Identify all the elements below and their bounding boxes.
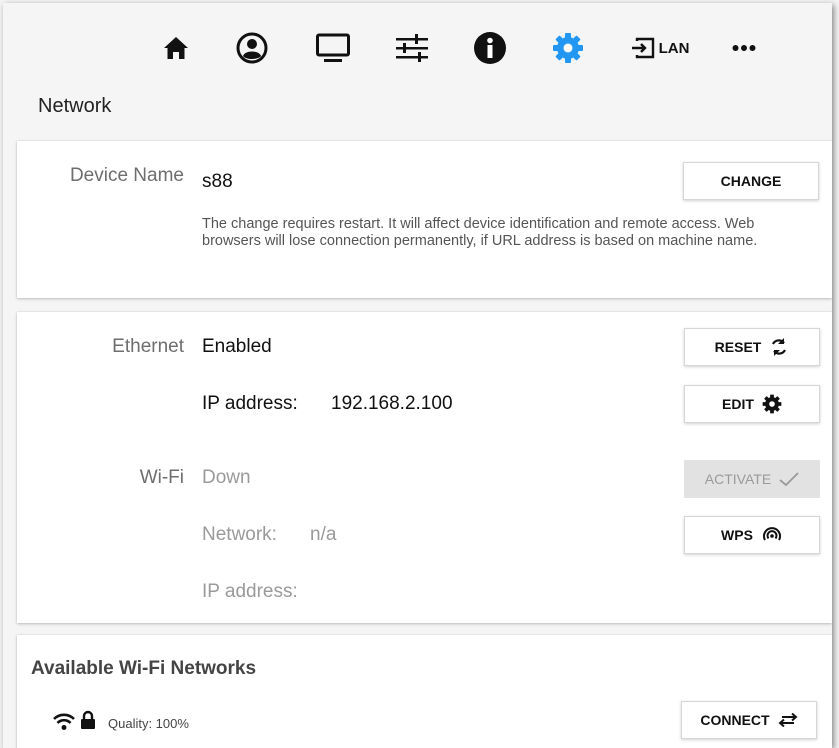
change-button[interactable]: CHANGE [683, 162, 819, 200]
top-toolbar: LAN [3, 3, 832, 93]
lock-icon [81, 710, 95, 729]
wifi-network-label: Network: [202, 524, 277, 545]
edit-button-label: EDIT [722, 396, 754, 412]
home-icon[interactable] [159, 31, 193, 65]
device-name-note: The change requires restart. It will aff… [202, 216, 758, 249]
page-title: Network [38, 95, 112, 117]
info-icon[interactable] [472, 31, 508, 65]
ethernet-label: Ethernet [112, 336, 184, 357]
available-networks-title: Available Wi-Fi Networks [31, 658, 257, 679]
available-networks-card: Available Wi-Fi Networks Quality: 100% C… [17, 635, 832, 748]
reset-button[interactable]: RESET [684, 328, 820, 366]
check-icon [779, 472, 799, 487]
lan-input-button[interactable]: LAN [625, 31, 695, 65]
edit-button[interactable]: EDIT [684, 385, 820, 423]
more-icon[interactable] [729, 31, 759, 65]
change-button-label: CHANGE [720, 173, 782, 189]
network-quality: Quality: 100% [108, 716, 189, 731]
wifi-label: Wi-Fi [139, 467, 184, 488]
input-icon [631, 37, 654, 59]
interfaces-card: Ethernet Enabled RESET IP address: 192.1… [17, 312, 832, 623]
wps-icon [762, 527, 781, 541]
activate-button-label: ACTIVATE [704, 471, 772, 487]
wifi-network-value: n/a [310, 524, 337, 545]
wifi-icon [53, 713, 75, 730]
ethernet-status: Enabled [202, 336, 272, 357]
activate-button[interactable]: ACTIVATE [684, 460, 820, 498]
ethernet-ip-label: IP address: [202, 393, 298, 414]
wifi-ip-label: IP address: [202, 581, 298, 602]
app-window: LAN Network Device Name s88 CHANGE The c… [3, 3, 832, 748]
wifi-status: Down [202, 467, 251, 488]
lan-label: LAN [658, 39, 690, 57]
reset-button-label: RESET [714, 339, 762, 355]
ethernet-ip-value: 192.168.2.100 [331, 393, 453, 414]
swap-icon [778, 713, 798, 727]
gear-icon[interactable] [550, 31, 586, 65]
monitor-icon[interactable] [313, 31, 353, 65]
wps-button[interactable]: WPS [684, 516, 820, 554]
user-icon[interactable] [234, 31, 270, 65]
refresh-icon [772, 338, 787, 356]
device-name-value: s88 [202, 171, 233, 192]
device-name-card: Device Name s88 CHANGE The change requir… [17, 141, 832, 298]
wps-button-label: WPS [721, 527, 753, 543]
sliders-icon[interactable] [392, 31, 432, 65]
gear-icon [762, 394, 782, 414]
connect-button-label: CONNECT [700, 712, 770, 728]
connect-button[interactable]: CONNECT [681, 701, 817, 739]
device-name-label: Device Name [69, 165, 184, 186]
